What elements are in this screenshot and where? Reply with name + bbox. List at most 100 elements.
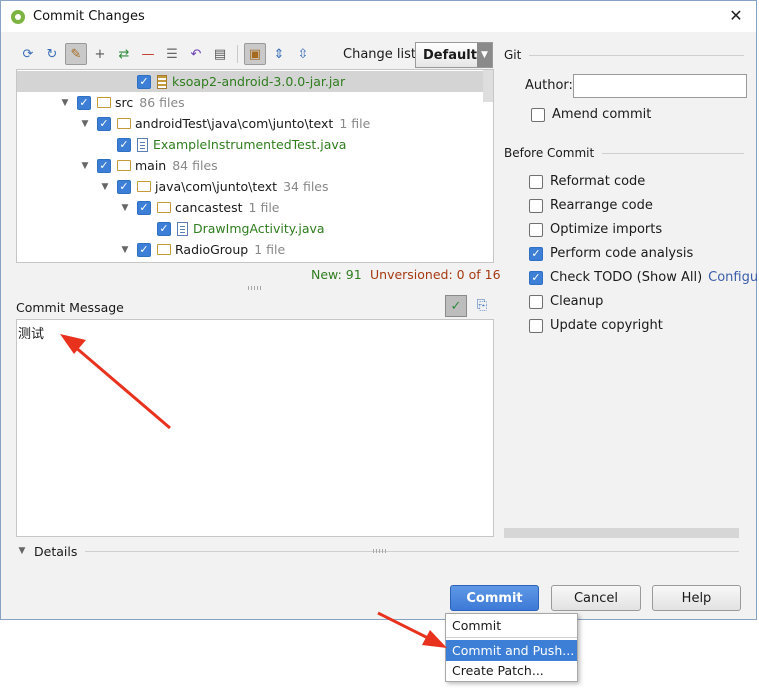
show-diff-icon[interactable]: ✎: [65, 43, 87, 65]
unversioned-files-link[interactable]: Unversioned: 0 of 16: [370, 267, 501, 282]
commit-menu-item[interactable]: Commit: [446, 615, 577, 636]
commit-menu-item[interactable]: Create Patch...: [446, 660, 577, 681]
help-button[interactable]: Help: [652, 585, 741, 611]
tree-row[interactable]: ▼ ✓ RadioGroup 1 file: [17, 239, 483, 260]
include-checkbox[interactable]: ✓: [137, 74, 151, 89]
before-commit-option[interactable]: ✓ Perform code analysis: [529, 246, 693, 261]
tree-item-name: java\com\junto\text: [155, 179, 278, 194]
checkbox-box: [529, 294, 543, 309]
before-commit-option[interactable]: Cleanup: [529, 294, 603, 309]
tree-item-name: DrawImgActivity.java: [193, 221, 325, 236]
include-checkbox[interactable]: ✓: [137, 200, 151, 215]
checkbox-box: [531, 107, 545, 122]
expand-triangle-icon[interactable]: ▼: [79, 161, 91, 171]
include-checkbox[interactable]: ✓: [97, 116, 111, 131]
tree-row[interactable]: ▼ ✓ main 84 files: [17, 155, 483, 176]
folder-icon: [117, 118, 131, 129]
tree-item-name: main: [135, 158, 167, 173]
revert-icon[interactable]: ↶: [185, 43, 207, 65]
close-icon[interactable]: ✕: [726, 6, 746, 26]
commit-button-label: Commit: [466, 590, 523, 606]
checkbox-box: [529, 222, 543, 237]
changes-toolbar: ⟳ ↻ ✎ + ⇄ — ☰ ↶ ▤ ▣ ⇕ ⇳: [17, 41, 314, 67]
triangle-right-icon: ▼: [18, 546, 26, 556]
amend-commit-checkbox[interactable]: Amend commit: [531, 107, 651, 122]
configure-link[interactable]: Configure: [708, 270, 759, 285]
before-commit-option[interactable]: Update copyright: [529, 318, 663, 333]
add-icon[interactable]: +: [89, 43, 111, 65]
before-commit-option[interactable]: Optimize imports: [529, 222, 662, 237]
include-checkbox[interactable]: ✓: [137, 242, 151, 257]
amend-commit-label: Amend commit: [552, 107, 652, 122]
folder-icon: [157, 202, 171, 213]
include-checkbox[interactable]: ✓: [77, 95, 91, 110]
changelist-value: Default: [423, 47, 477, 63]
toolbar-separator: [237, 45, 238, 63]
group-icon[interactable]: ☰: [161, 43, 183, 65]
include-checkbox[interactable]: ✓: [117, 137, 131, 152]
remove-icon[interactable]: —: [137, 43, 159, 65]
option-label: Update copyright: [550, 318, 663, 333]
before-commit-option[interactable]: ✓ Check TODO (Show All) Configure: [529, 270, 759, 285]
tree-row[interactable]: ▼ ✓ src 86 files: [17, 92, 483, 113]
tree-row[interactable]: ▼ ✓ cancastest 1 file: [17, 197, 483, 218]
commit-button[interactable]: Commit: [450, 585, 539, 611]
include-checkbox[interactable]: ✓: [97, 158, 111, 173]
cancel-button[interactable]: Cancel: [551, 585, 641, 611]
edit-source-icon[interactable]: ▤: [209, 43, 231, 65]
commit-menu-item[interactable]: Commit and Push...: [446, 640, 577, 661]
before-commit-option[interactable]: Rearrange code: [529, 198, 653, 213]
cancel-button-label: Cancel: [573, 590, 619, 606]
tree-row[interactable]: ✓ ExampleInstrumentedTest.java: [17, 134, 483, 155]
before-commit-header: Before Commit: [504, 146, 744, 160]
expand-triangle-icon[interactable]: ▼: [59, 98, 71, 108]
git-divider: [529, 54, 744, 56]
details-grip[interactable]: [373, 549, 387, 553]
changelist-label: Change list:: [343, 47, 421, 62]
expand-triangle-icon[interactable]: ▼: [119, 203, 131, 213]
splitter-grip[interactable]: [248, 286, 262, 290]
java-file-icon: [137, 137, 148, 152]
tree-row[interactable]: ▼ ✓ java\com\junto\text 34 files: [17, 176, 483, 197]
include-checkbox[interactable]: ✓: [157, 221, 171, 236]
window-title: Commit Changes: [33, 9, 145, 24]
options-scrollbar[interactable]: [504, 528, 739, 538]
option-label: Rearrange code: [550, 198, 653, 213]
tree-scrollbar[interactable]: [483, 70, 493, 102]
collapse-all-icon[interactable]: ⇳: [292, 43, 314, 65]
tree-row[interactable]: ▼ ✓ androidTest\java\com\junto\text 1 file: [17, 113, 483, 134]
checkbox-box: [529, 174, 543, 189]
before-commit-option[interactable]: Reformat code: [529, 174, 645, 189]
tree-row[interactable]: ✓ DrawImgActivity.java: [17, 218, 483, 239]
git-section-header: Git: [504, 48, 744, 62]
tree-row[interactable]: ✓ ksoap2-android-3.0.0-jar.jar: [17, 71, 483, 92]
expand-triangle-icon[interactable]: ▼: [119, 245, 131, 255]
chevron-down-icon: ▼: [476, 43, 492, 67]
spellcheck-icon[interactable]: ✓: [445, 295, 467, 317]
author-label: Author:: [525, 78, 573, 93]
refresh-icon[interactable]: ⟳: [17, 43, 39, 65]
move-icon[interactable]: ⇄: [113, 43, 135, 65]
author-input[interactable]: [573, 74, 747, 98]
expand-triangle-icon[interactable]: ▼: [79, 119, 91, 129]
checkbox-box: ✓: [529, 270, 543, 285]
option-label: Check TODO (Show All): [550, 270, 703, 285]
before-commit-label: Before Commit: [504, 146, 595, 160]
android-studio-icon: [11, 9, 25, 24]
commit-message-input[interactable]: 测试: [16, 319, 494, 537]
include-checkbox[interactable]: ✓: [117, 179, 131, 194]
message-history-icon[interactable]: ⎘: [473, 296, 491, 314]
sync-icon[interactable]: ↻: [41, 43, 63, 65]
option-label: Cleanup: [550, 294, 604, 309]
commit-changes-dialog: Commit Changes ✕ ⟳ ↻ ✎ + ⇄ — ☰ ↶ ▤ ▣ ⇕ ⇳…: [0, 0, 759, 620]
expand-triangle-icon[interactable]: ▼: [99, 182, 111, 192]
folder-view-icon[interactable]: ▣: [244, 43, 266, 65]
changes-tree[interactable]: ▼ ✓ RadioGroup 1 file ✓ DrawImgActivity.java ▼…: [16, 69, 494, 263]
file-count: 86 files: [139, 95, 185, 110]
help-button-label: Help: [681, 590, 712, 606]
changelist-dropdown[interactable]: Default ▼: [415, 42, 493, 68]
file-count: 1 file: [254, 242, 286, 257]
expand-all-icon[interactable]: ⇕: [268, 43, 290, 65]
tree-item-name: ExampleInstrumentedTest.java: [153, 137, 347, 152]
title-bar: Commit Changes ✕: [1, 1, 756, 32]
